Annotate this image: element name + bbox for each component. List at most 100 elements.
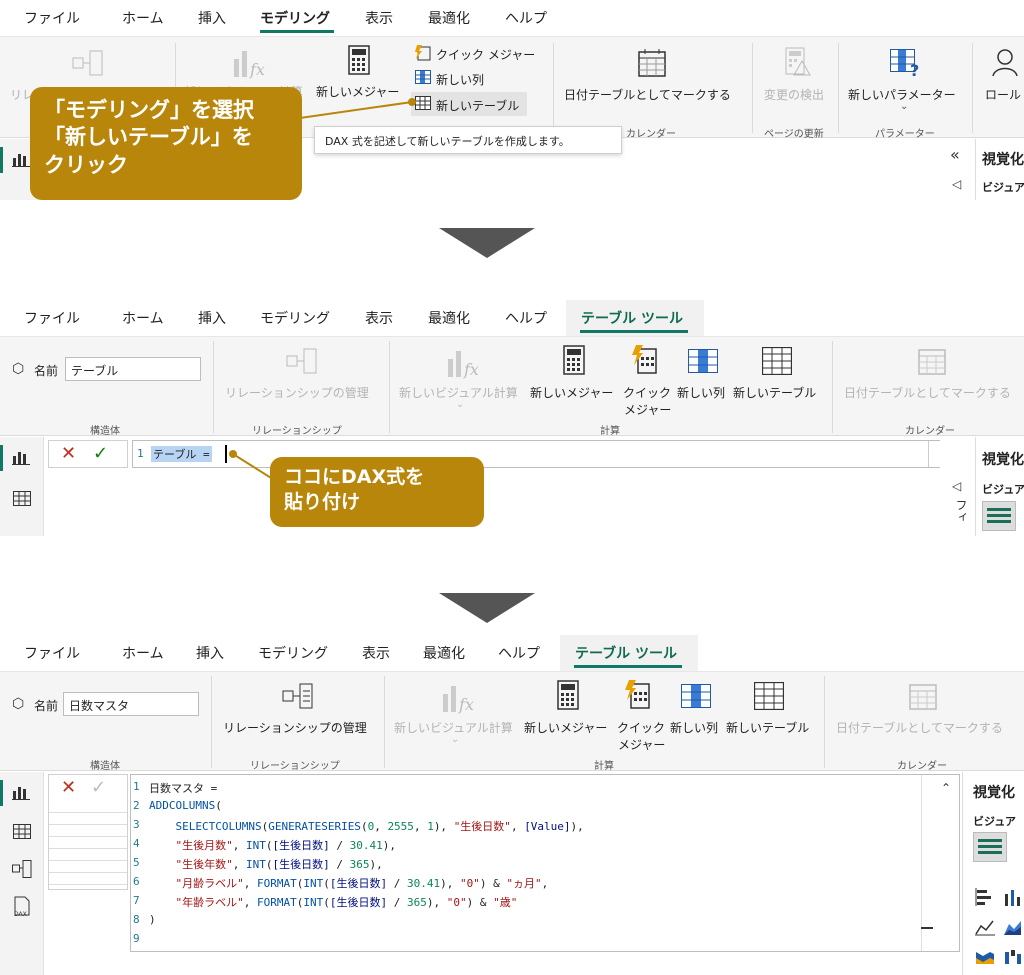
mark-date-table-button[interactable]: 日付テーブルとしてマークする <box>836 719 1003 736</box>
quick-measure-icon <box>625 680 650 709</box>
mark-date-table-button[interactable]: 日付テーブルとしてマークする <box>564 86 731 103</box>
tab-table-tools[interactable]: テーブル ツール <box>575 643 677 663</box>
tab-optimize[interactable]: 最適化 <box>428 8 470 28</box>
chevron-down-icon[interactable]: ⌄ <box>451 734 459 745</box>
tab-modeling[interactable]: モデリング <box>258 643 328 663</box>
collapse-pane-icon[interactable]: « <box>950 145 960 164</box>
step-arrow-2 <box>439 593 535 623</box>
new-table-button[interactable]: 新しいテーブル <box>726 719 809 736</box>
tab-help[interactable]: ヘルプ <box>498 643 540 663</box>
filter-pane-icon[interactable]: ◁ <box>952 177 961 191</box>
roles-button[interactable]: ロール <box>985 86 1021 103</box>
manage-relationships-button[interactable]: リレーションシップの管理 <box>225 384 369 401</box>
waterfall-chart-icon[interactable] <box>1003 948 1023 966</box>
ribbon-chart-icon[interactable] <box>975 948 995 966</box>
table-visual-icon[interactable] <box>973 832 1007 862</box>
tab-help[interactable]: ヘルプ <box>505 308 547 328</box>
new-column-icon <box>681 684 711 708</box>
tab-home[interactable]: ホーム <box>122 643 164 663</box>
new-column-button[interactable]: 新しい列 <box>670 719 718 736</box>
tab-insert[interactable]: 挿入 <box>196 643 224 663</box>
chevron-down-icon[interactable]: ⌄ <box>900 101 908 112</box>
cancel-formula-icon[interactable]: ✕ <box>61 777 76 798</box>
new-table-button[interactable]: 新しいテーブル <box>436 97 519 114</box>
tab-home[interactable]: ホーム <box>122 8 164 28</box>
area-chart-icon[interactable] <box>1003 918 1023 936</box>
tab-modeling[interactable]: モデリング <box>260 308 330 328</box>
new-table-icon <box>754 682 784 710</box>
line-number: 8 <box>133 913 140 926</box>
group-relationship: リレーションシップ <box>250 761 340 772</box>
tab-file[interactable]: ファイル <box>24 8 80 28</box>
cancel-formula-icon[interactable]: ✕ <box>61 443 76 464</box>
ribbon-tabs: ファイル ホーム 挿入 モデリング 表示 最適化 ヘルプ テーブル ツール <box>0 300 1024 336</box>
line-number: 9 <box>133 932 140 945</box>
report-view-icon[interactable] <box>0 147 3 173</box>
name-label: 名前 <box>34 699 59 713</box>
new-measure-button[interactable]: 新しいメジャー <box>530 384 613 401</box>
code-line: 8) <box>131 912 911 931</box>
callout-line: 「モデリング」を選択 <box>44 98 254 122</box>
visual-calc-icon: fx <box>448 351 479 379</box>
name-input[interactable]: テーブル <box>65 357 201 381</box>
view-sidebar: DAX <box>0 772 44 975</box>
new-measure-button[interactable]: 新しいメジャー <box>524 719 607 736</box>
table-visual-icon[interactable] <box>982 501 1016 531</box>
table-view-icon[interactable] <box>13 824 31 839</box>
quick-measure-button-line2[interactable]: メジャー <box>618 736 665 753</box>
code-line: 2 ADDCOLUMNS( <box>131 798 911 817</box>
quick-measure-button-line2[interactable]: メジャー <box>624 401 671 418</box>
filter-pane-icon[interactable]: ◁ <box>952 479 961 493</box>
visualizations-title: 視覚化 <box>973 785 1015 801</box>
new-table-button[interactable]: 新しいテーブル <box>733 384 816 401</box>
stacked-bar-icon[interactable] <box>975 888 995 906</box>
callout-line: ココにDAX式を <box>284 466 425 488</box>
tab-file[interactable]: ファイル <box>24 308 80 328</box>
tab-home[interactable]: ホーム <box>122 308 164 328</box>
quick-measure-button[interactable]: クイック メジャー <box>436 46 535 63</box>
chevron-down-icon[interactable]: ⌄ <box>456 399 464 410</box>
formula-editor[interactable]: 1 日数マスタ = 2 ADDCOLUMNS(3 SELECTCOLUMNS(GENE… <box>130 774 960 952</box>
collapse-formula-icon[interactable]: ⌃ <box>941 781 951 795</box>
line-number: 4 <box>133 837 140 850</box>
line-chart-icon[interactable] <box>975 918 995 936</box>
new-column-button[interactable]: 新しい列 <box>436 71 484 88</box>
tab-modeling[interactable]: モデリング <box>260 8 330 28</box>
tab-optimize[interactable]: 最適化 <box>428 308 470 328</box>
quick-measure-button-line1[interactable]: クイック <box>623 384 671 401</box>
calendar-icon <box>909 684 937 710</box>
tab-optimize[interactable]: 最適化 <box>423 643 465 663</box>
tab-insert[interactable]: 挿入 <box>198 8 226 28</box>
tab-view[interactable]: 表示 <box>365 308 393 328</box>
dax-query-view-icon[interactable]: DAX <box>11 896 31 918</box>
name-input[interactable]: 日数マスタ <box>63 692 199 716</box>
report-view-icon[interactable] <box>12 449 30 465</box>
code-line: 7 "年齢ラベル", FORMAT(INT([生後日数] / 365), "0"… <box>131 893 911 912</box>
filter-pane-label: フィ <box>954 499 968 523</box>
formula-text: テーブル = <box>151 446 212 462</box>
visualizations-subtitle: ビジュア <box>973 815 1017 828</box>
code-line: 9 <box>131 931 911 950</box>
tab-view[interactable]: 表示 <box>365 8 393 28</box>
code-line: 4 "生後月数", INT([生後日数] / 30.41), <box>131 836 911 855</box>
tab-table-tools[interactable]: テーブル ツール <box>581 308 683 328</box>
mark-date-table-button[interactable]: 日付テーブルとしてマークする <box>844 384 1011 401</box>
report-view-icon[interactable] <box>12 151 30 167</box>
commit-formula-icon[interactable]: ✓ <box>91 777 106 798</box>
tab-insert[interactable]: 挿入 <box>198 308 226 328</box>
commit-formula-icon[interactable]: ✓ <box>93 443 108 464</box>
stacked-column-icon[interactable] <box>1003 888 1023 906</box>
quick-measure-button-line1[interactable]: クイック <box>617 719 665 736</box>
manage-relationships-button[interactable]: リレーションシップの管理 <box>223 719 367 736</box>
model-view-icon[interactable] <box>12 860 32 878</box>
new-column-button[interactable]: 新しい列 <box>677 384 725 401</box>
report-view-icon[interactable] <box>12 784 30 800</box>
tab-file[interactable]: ファイル <box>24 643 80 663</box>
formula-actions: ✕ ✓ <box>48 774 128 890</box>
table-view-icon[interactable] <box>13 491 31 506</box>
svg-text:?: ? <box>910 61 919 77</box>
detect-changes-button[interactable]: 変更の検出 <box>764 86 824 103</box>
group-calc: 計算 <box>594 761 614 772</box>
tab-view[interactable]: 表示 <box>362 643 390 663</box>
tab-help[interactable]: ヘルプ <box>505 8 547 28</box>
